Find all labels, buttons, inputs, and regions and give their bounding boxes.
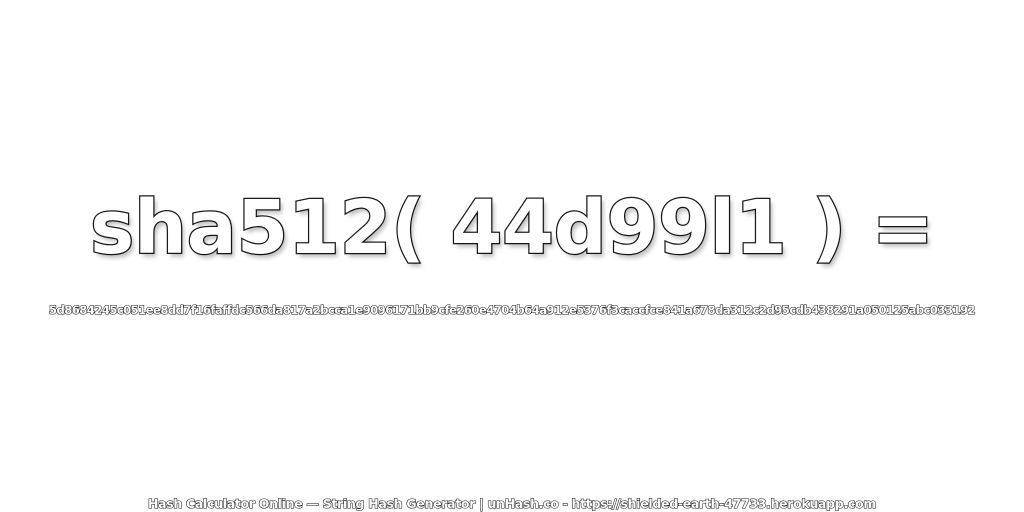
hash-expression-title: sha512( 44d99l1 ) = <box>89 184 935 273</box>
hash-result-value: 5d8684245c051ee8dd7f16faffdc566da817a2bc… <box>48 302 976 317</box>
site-footer-credit: Hash Calculator Online — String Hash Gen… <box>147 495 877 511</box>
